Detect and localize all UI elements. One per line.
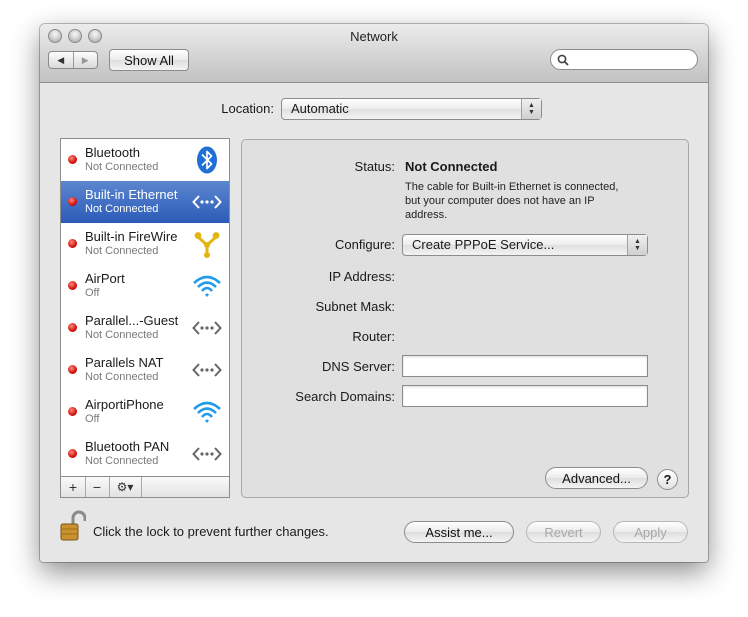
service-item-airportiphone[interactable]: AirportiPhone Off — [61, 391, 229, 433]
popup-arrows-icon: ▲ ▼ — [627, 235, 647, 255]
service-status: Off — [85, 287, 100, 299]
configure-label: Configure: — [335, 237, 395, 252]
service-list-actions: + − ⚙▾ — [60, 477, 230, 498]
status-dot-icon — [68, 155, 77, 164]
wifi-icon — [193, 401, 221, 423]
search-field[interactable] — [550, 49, 698, 70]
search-domains-field[interactable] — [402, 385, 648, 407]
status-description-line: The cable for Built-in Ethernet is conne… — [405, 181, 619, 193]
location-label: Location: — [221, 101, 274, 116]
service-name: Built-in FireWire — [85, 229, 178, 244]
forward-button[interactable]: ▶ — [72, 52, 98, 68]
network-preferences-window: Network ◀ ▶ Show All Location: Automatic… — [40, 24, 708, 562]
location-value: Automatic — [291, 101, 349, 116]
wifi-icon — [193, 275, 221, 297]
service-name: Bluetooth — [85, 145, 140, 160]
service-name: Built-in Ethernet — [85, 187, 178, 202]
service-status: Not Connected — [85, 371, 159, 383]
status-value: Not Connected — [405, 159, 498, 174]
search-domains-label: Search Domains: — [295, 389, 395, 404]
service-status: Off — [85, 413, 100, 425]
location-popup[interactable]: Automatic ▲ ▼ — [281, 98, 542, 120]
service-status: Not Connected — [85, 203, 159, 215]
status-dot-icon — [68, 407, 77, 416]
service-status: Not Connected — [85, 245, 159, 257]
lock-icon[interactable] — [60, 510, 86, 542]
lock-message: Click the lock to prevent further change… — [93, 524, 329, 539]
title-bar: Network ◀ ▶ Show All — [40, 24, 708, 83]
service-status: Not Connected — [85, 329, 159, 341]
service-name: Bluetooth PAN — [85, 439, 170, 454]
show-all-button[interactable]: Show All — [109, 49, 189, 71]
service-status: Not Connected — [85, 161, 159, 173]
service-item-airport[interactable]: AirPort Off — [61, 265, 229, 307]
subnet-mask-label: Subnet Mask: — [315, 299, 396, 314]
search-icon — [557, 54, 569, 66]
add-service-button[interactable]: + — [61, 477, 86, 497]
remove-service-button[interactable]: − — [85, 477, 110, 497]
service-item-built-in-ethernet[interactable]: Built-in Ethernet Not Connected — [61, 181, 229, 223]
ip-address-label: IP Address: — [328, 269, 395, 284]
status-description: The cable for Built-in Ethernet is conne… — [405, 180, 618, 222]
back-forward-control: ◀ ▶ — [48, 51, 98, 69]
assist-me-button[interactable]: Assist me... — [404, 521, 514, 543]
configure-popup[interactable]: Create PPPoE Service... ▲ ▼ — [402, 234, 648, 256]
dns-server-label: DNS Server: — [322, 359, 395, 374]
advanced-button[interactable]: Advanced... — [545, 467, 648, 489]
gear-menu-button[interactable]: ⚙▾ — [109, 477, 142, 497]
ethernet-icon — [192, 321, 222, 335]
service-item-built-in-firewire[interactable]: Built-in FireWire Not Connected — [61, 223, 229, 265]
status-dot-icon — [68, 365, 77, 374]
service-item-parallels-nat[interactable]: Parallels NAT Not Connected — [61, 349, 229, 391]
apply-button[interactable]: Apply — [613, 521, 688, 543]
status-dot-icon — [68, 281, 77, 290]
configure-value: Create PPPoE Service... — [412, 237, 555, 252]
service-name: AirportiPhone — [85, 397, 164, 412]
service-name: AirPort — [85, 271, 125, 286]
bluetooth-icon — [197, 146, 217, 174]
status-description-line: address. — [405, 209, 448, 221]
dns-server-field[interactable] — [402, 355, 648, 377]
revert-button[interactable]: Revert — [526, 521, 601, 543]
service-status: Not Connected — [85, 455, 159, 467]
status-label: Status: — [354, 159, 395, 174]
help-button[interactable]: ? — [657, 469, 678, 490]
router-label: Router: — [352, 329, 395, 344]
window-title: Network — [350, 29, 398, 44]
status-description-line: but your computer does not have an IP — [405, 195, 595, 207]
status-dot-icon — [68, 197, 77, 206]
service-list[interactable]: Bluetooth Not Connected Built-in Etherne… — [60, 138, 230, 477]
status-dot-icon — [68, 239, 77, 248]
service-item-parallels-guest[interactable]: Parallel...-Guest Not Connected — [61, 307, 229, 349]
ethernet-icon — [192, 195, 222, 209]
ethernet-icon — [192, 363, 222, 377]
service-name: Parallel...-Guest — [85, 313, 179, 328]
ethernet-icon — [192, 447, 222, 461]
popup-arrows-icon: ▲ ▼ — [521, 99, 541, 119]
status-dot-icon — [68, 323, 77, 332]
back-button[interactable]: ◀ — [49, 52, 73, 68]
service-name: Parallels NAT — [85, 355, 164, 370]
service-item-bluetooth[interactable]: Bluetooth Not Connected — [61, 139, 229, 181]
firewire-icon — [194, 232, 220, 258]
status-dot-icon — [68, 449, 77, 458]
service-item-bluetooth-pan[interactable]: Bluetooth PAN Not Connected — [61, 433, 229, 475]
